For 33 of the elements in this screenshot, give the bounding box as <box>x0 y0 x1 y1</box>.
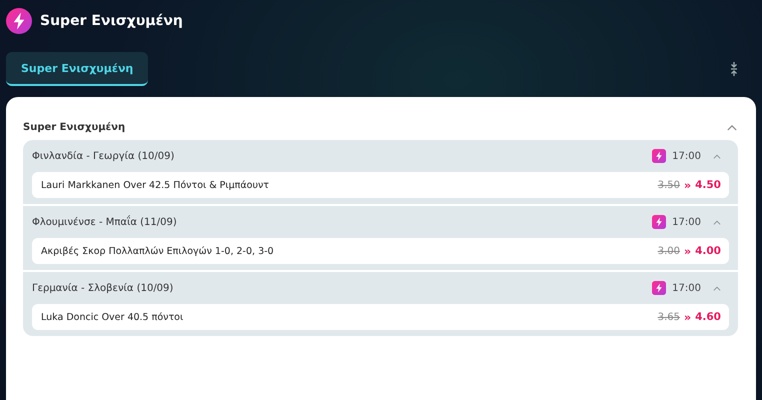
bet-label: Luka Doncic Over 40.5 πόντοι <box>41 312 184 322</box>
event-name: Φινλανδία - Γεωργία (10/09) <box>32 150 176 162</box>
tab[interactable]: Super Ενισχυμένη <box>6 52 148 86</box>
section-title: Super Ενισχυμένη <box>23 122 126 132</box>
chevron-up-icon[interactable] <box>713 220 721 224</box>
old-odds: 3.65 <box>658 312 680 322</box>
boosted-odds: 4.50 <box>695 179 721 191</box>
bet-row[interactable]: Ακριβές Σκορ Πολλαπλών Επιλογών 1-0, 2-0, 3-0 3.00 » 4.00 <box>32 238 729 264</box>
old-odds: 3.50 <box>658 180 680 190</box>
event-name: Γερμανία - Σλοβενία (10/09) <box>32 282 174 294</box>
bet-row[interactable]: Luka Doncic Over 40.5 πόντοι 3.65 » 4.60 <box>32 304 729 330</box>
chevron-up-icon[interactable] <box>727 124 737 130</box>
bet-label: Lauri Markkanen Over 42.5 Πόντοι & Ριμπάουντ <box>41 180 270 190</box>
boosted-odds: 4.00 <box>695 245 721 257</box>
boosted-odds: 4.60 <box>695 311 721 323</box>
odds-arrow: » <box>684 178 692 192</box>
lightning-icon <box>652 149 666 163</box>
old-odds: 3.00 <box>658 246 680 256</box>
event-name: Φλουμινένσε - Μπαΐα (11/09) <box>32 216 178 228</box>
bet-row[interactable]: Lauri Markkanen Over 42.5 Πόντοι & Ριμπάουντ 3.50 » 4.50 <box>32 172 729 198</box>
odds-arrow: » <box>684 244 692 258</box>
page-title: Super Ενισχυμένη <box>40 13 183 29</box>
event-time: 17:00 <box>672 150 701 162</box>
collapse-all-icon[interactable] <box>730 62 738 76</box>
lightning-icon <box>652 215 666 229</box>
lightning-icon <box>6 8 32 34</box>
odds-arrow: » <box>684 310 692 324</box>
bet-label: Ακριβές Σκορ Πολλαπλών Επιλογών 1-0, 2-0, 3-0 <box>41 246 275 256</box>
lightning-icon <box>652 281 666 295</box>
chevron-up-icon[interactable] <box>713 286 721 290</box>
event-time: 17:00 <box>672 216 701 228</box>
chevron-up-icon[interactable] <box>713 154 721 158</box>
event-time: 17:00 <box>672 282 701 294</box>
